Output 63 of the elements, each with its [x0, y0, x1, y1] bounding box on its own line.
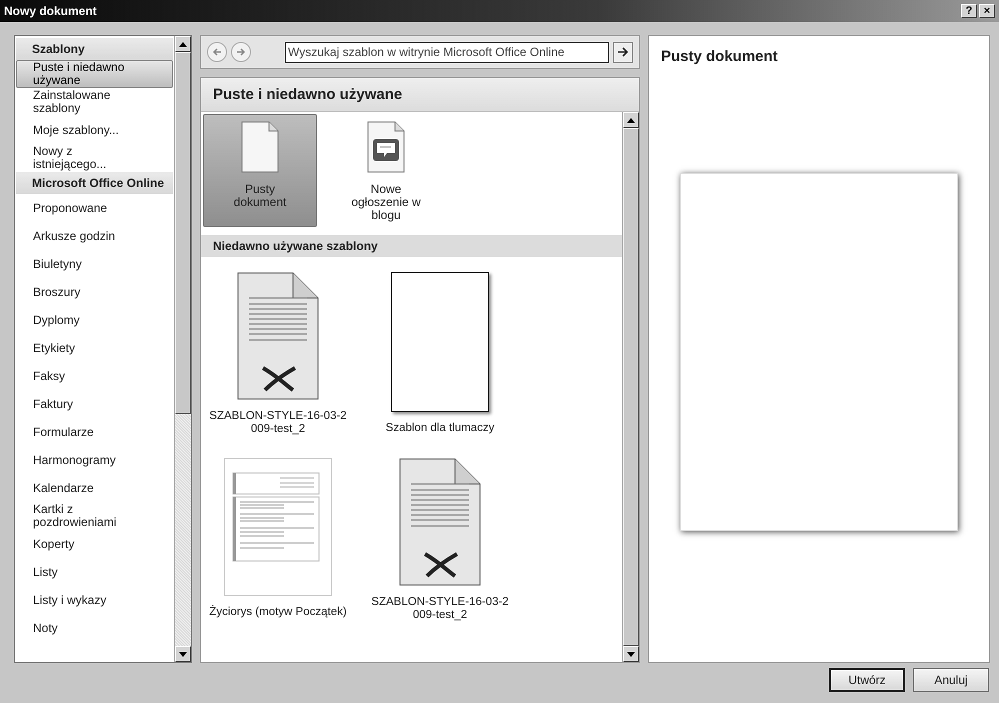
template-label: Nowe ogłoszenie w blogu [350, 183, 422, 222]
search-go-button[interactable] [613, 42, 633, 62]
down-arrow-icon [627, 652, 635, 656]
template-tile[interactable]: Nowe ogłoszenie w blogu [329, 114, 443, 227]
template-label: Pusty dokument [232, 183, 288, 209]
preview-title: Pusty dokument [660, 47, 779, 67]
scroll-down-button[interactable] [623, 646, 639, 662]
category-item[interactable]: Faktury [16, 390, 173, 418]
category-item[interactable]: Broszury [16, 278, 173, 306]
category-item[interactable]: Etykiety [16, 334, 173, 362]
category-item[interactable]: Formularze [16, 418, 173, 446]
category-item[interactable]: Faksy [16, 362, 173, 390]
blog-post-icon [367, 121, 405, 173]
category-item[interactable]: Kalendarze [16, 474, 173, 502]
category-item[interactable]: Kartki z pozdrowieniami [16, 502, 173, 530]
template-tile[interactable]: Życiorys (motyw Początek) [203, 451, 353, 627]
scrollbar-thumb[interactable] [175, 52, 191, 414]
template-label: SZABLON-STYLE-16-03-2 009-test_2 [370, 596, 510, 622]
create-button[interactable]: Utwórz [829, 668, 905, 692]
cancel-button[interactable]: Anuluj [913, 668, 989, 692]
scroll-up-button[interactable] [623, 112, 639, 128]
panel-title: Puste i niedawno używane [201, 78, 639, 112]
template-tile[interactable]: SZABLON-STYLE-16-03-2 009-test_2 [203, 265, 353, 441]
category-item[interactable]: Listy i wykazy [16, 586, 173, 614]
category-item[interactable]: Zainstalowane szablony [16, 88, 173, 116]
help-button[interactable]: ? [961, 4, 977, 18]
scroll-down-button[interactable] [175, 646, 191, 662]
window-title: Nowy dokument [4, 4, 97, 18]
template-tile[interactable]: Szablon dla tlumaczy [365, 265, 515, 441]
close-button[interactable]: × [979, 4, 995, 18]
category-item[interactable]: Dyplomy [16, 306, 173, 334]
document-icon [399, 458, 481, 586]
template-tile[interactable]: Pusty dokument [203, 114, 317, 227]
category-item[interactable]: Moje szablony... [16, 116, 173, 144]
category-item[interactable]: Puste i niedawno używane [16, 60, 173, 88]
category-header: Szablony [16, 38, 173, 60]
category-item[interactable]: Harmonogramy [16, 446, 173, 474]
template-tile[interactable]: SZABLON-STYLE-16-03-2 009-test_2 [365, 451, 515, 627]
category-item[interactable]: Biuletyny [16, 250, 173, 278]
scrollbar-thumb[interactable] [623, 128, 639, 646]
category-item[interactable]: Listy [16, 558, 173, 586]
blank-document-icon [241, 121, 279, 173]
template-label: Szablon dla tlumaczy [386, 422, 494, 435]
up-arrow-icon [179, 42, 187, 46]
category-header: Microsoft Office Online [16, 172, 173, 194]
search-field[interactable]: Wyszukaj szablon w witrynie Microsoft Office Online [285, 42, 609, 62]
scroll-up-button[interactable] [175, 36, 191, 52]
template-label: Życiorys (motyw Początek) [209, 606, 347, 619]
category-item[interactable]: Proponowane [16, 194, 173, 222]
category-item[interactable]: Koperty [16, 530, 173, 558]
back-button[interactable] [207, 42, 227, 62]
down-arrow-icon [179, 652, 187, 656]
category-item[interactable]: Nowy z istniejącego... [16, 144, 173, 172]
section-header: Niedawno używane szablony [201, 235, 622, 257]
right-arrow-icon [236, 47, 246, 57]
document-icon [237, 272, 319, 400]
forward-button[interactable] [231, 42, 251, 62]
category-item[interactable]: Noty [16, 614, 173, 642]
category-item[interactable]: Arkusze godzin [16, 222, 173, 250]
right-arrow-icon [617, 47, 629, 57]
template-label: SZABLON-STYLE-16-03-2 009-test_2 [208, 410, 348, 436]
left-arrow-icon [212, 47, 222, 57]
up-arrow-icon [627, 118, 635, 122]
